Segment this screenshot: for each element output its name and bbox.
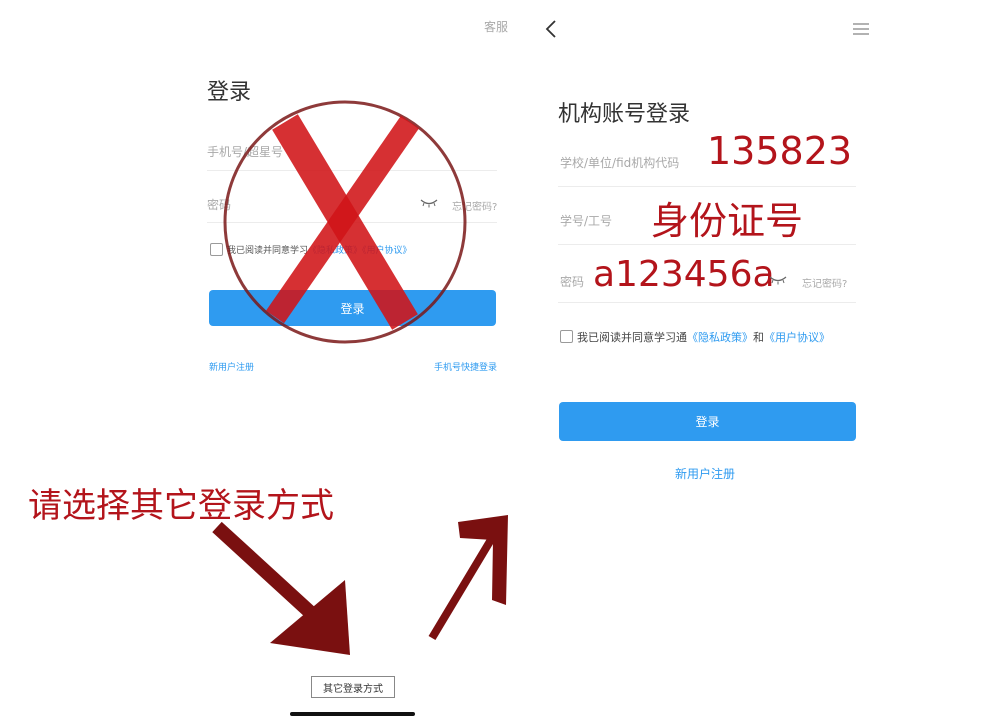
menu-icon[interactable]: [852, 22, 870, 36]
customer-service-link[interactable]: 客服: [484, 18, 508, 35]
arrow-down-right-icon: [212, 521, 350, 655]
quick-login-link[interactable]: 手机号快捷登录: [434, 360, 497, 373]
student-id-input[interactable]: 学号/工号: [560, 212, 612, 229]
eye-closed-icon[interactable]: [769, 275, 787, 285]
other-login-method-button[interactable]: 其它登录方式: [311, 676, 395, 698]
right-privacy-link[interactable]: 《隐私政策》: [687, 331, 753, 344]
right-forgot-password-link[interactable]: 忘记密码?: [802, 275, 847, 290]
password-annotation: a123456a: [593, 254, 775, 295]
right-password-underline: [558, 302, 856, 303]
org-code-underline: [558, 186, 856, 187]
cross-out-mark-icon: [223, 100, 467, 344]
right-password-input[interactable]: 密码: [560, 273, 584, 290]
right-user-agreement-link[interactable]: 《用户协议》: [764, 331, 830, 344]
right-login-button[interactable]: 登录: [559, 402, 856, 441]
right-agreement-prefix: 我已阅读并同意学习通: [577, 331, 687, 344]
right-register-link[interactable]: 新用户注册: [675, 465, 735, 482]
org-code-annotation: 135823: [707, 129, 853, 173]
student-id-underline: [558, 244, 856, 245]
left-register-link[interactable]: 新用户注册: [209, 360, 254, 373]
right-agreement-and: 和: [753, 331, 764, 344]
right-page-title: 机构账号登录: [558, 102, 691, 127]
right-agreement-text: 我已阅读并同意学习通《隐私政策》和《用户协议》: [577, 329, 830, 345]
arrow-up-right-icon: [428, 515, 508, 641]
home-indicator-bar: [290, 712, 415, 716]
back-arrow-icon[interactable]: [544, 19, 558, 39]
right-agreement-checkbox[interactable]: [560, 330, 573, 343]
org-code-input[interactable]: 学校/单位/fid机构代码: [560, 154, 679, 171]
student-id-annotation: 身份证号: [651, 199, 804, 243]
